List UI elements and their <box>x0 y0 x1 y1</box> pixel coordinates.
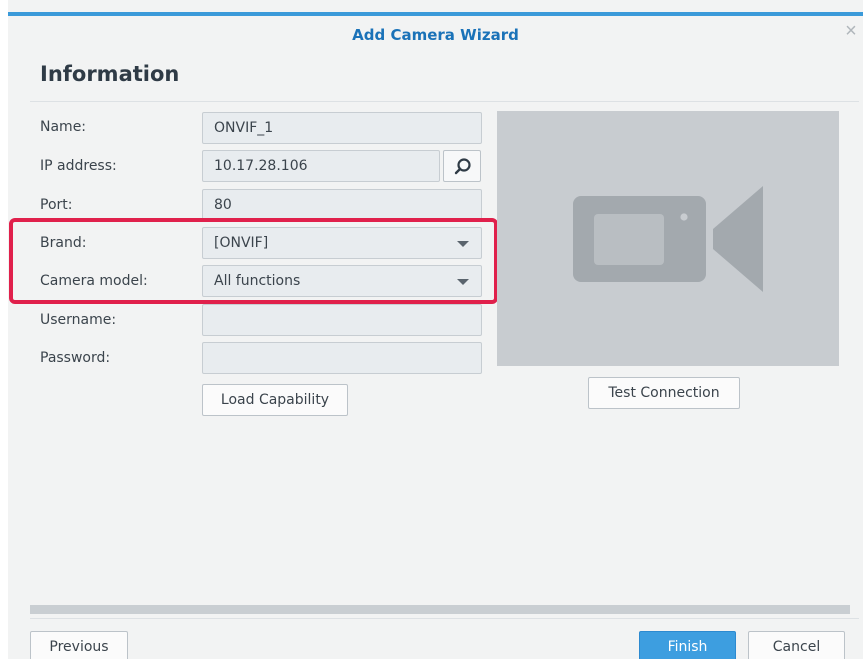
ip-address-value: 10.17.28.106 <box>214 158 308 174</box>
dialog-title: Add Camera Wizard <box>352 26 519 44</box>
password-label: Password: <box>40 350 111 366</box>
ip-address-label: IP address: <box>40 158 117 174</box>
name-field-value: ONVIF_1 <box>214 120 274 136</box>
close-icon[interactable]: × <box>840 20 862 42</box>
port-label: Port: <box>40 197 73 213</box>
test-connection-button[interactable]: Test Connection <box>588 377 740 409</box>
search-icon <box>454 158 471 175</box>
footer-divider <box>30 618 859 619</box>
username-label: Username: <box>40 312 117 328</box>
previous-button[interactable]: Previous <box>30 631 128 659</box>
finish-button[interactable]: Finish <box>639 631 736 659</box>
highlight-box <box>9 218 498 304</box>
video-camera-icon <box>573 186 763 292</box>
dialog-top-accent <box>8 12 863 16</box>
port-value: 80 <box>214 197 232 213</box>
password-field[interactable] <box>202 342 482 374</box>
section-divider <box>30 101 859 102</box>
name-label: Name: <box>40 119 87 135</box>
ip-address-field[interactable]: 10.17.28.106 <box>202 150 440 182</box>
name-field[interactable]: ONVIF_1 <box>202 112 482 144</box>
camera-preview <box>497 111 839 366</box>
cancel-button[interactable]: Cancel <box>748 631 845 659</box>
port-field[interactable]: 80 <box>202 189 482 221</box>
load-capability-button[interactable]: Load Capability <box>202 384 348 416</box>
search-button[interactable] <box>443 150 481 182</box>
wizard-progress-bar <box>30 605 850 614</box>
username-field[interactable] <box>202 304 482 336</box>
section-title: Information <box>40 62 180 86</box>
